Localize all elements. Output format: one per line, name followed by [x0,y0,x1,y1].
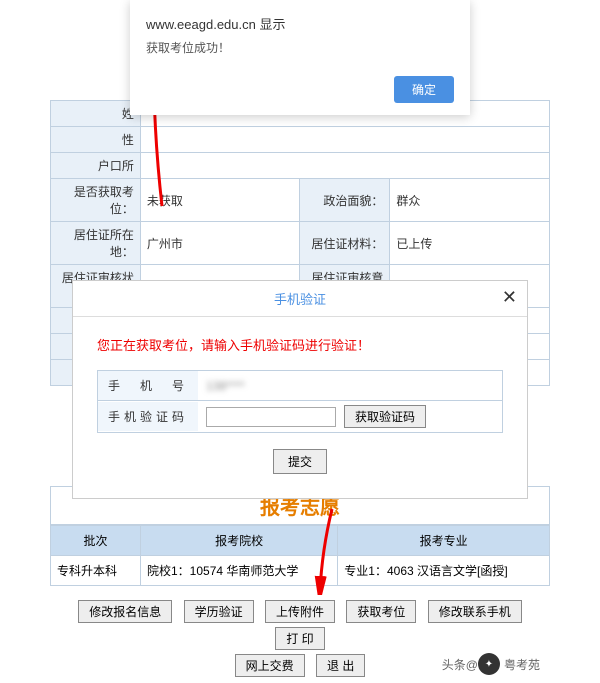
alert-message: 获取考位成功！ [146,39,454,56]
modal-form: 手 机 号 138**** 手机验证码 获取验证码 [97,370,503,433]
annotation-arrow-2 [310,505,340,595]
upload-button[interactable]: 上传附件 [265,600,335,623]
col-major: 报考专业 [338,526,550,556]
info-label: 姓 [51,101,141,127]
info-label: 户口所 [51,153,141,179]
info-value: 广州市 [140,222,300,265]
phone-verify-modal: 手机验证 ✕ 您正在获取考位，请输入手机验证码进行验证！ 手 机 号 138**… [72,280,528,499]
col-school: 报考院校 [141,526,338,556]
info-label: 政治面貌： [300,179,390,222]
get-seat-button[interactable]: 获取考位 [346,600,416,623]
verify-edu-button[interactable]: 学历验证 [184,600,254,623]
col-batch: 批次 [51,526,141,556]
cell-school: 院校1：10574 华南师范大学 [141,556,338,586]
voluntary-table: 批次 报考院校 报考专业 专科升本科 院校1：10574 华南师范大学 专业1：… [50,525,550,586]
info-value: 已上传 [390,222,550,265]
code-label: 手机验证码 [98,402,198,431]
info-row: 户口所 [51,153,550,179]
pay-online-button[interactable]: 网上交费 [235,654,305,677]
info-value: 群众 [390,179,550,222]
edit-info-button[interactable]: 修改报名信息 [78,600,172,623]
info-value [140,153,549,179]
modal-title: 手机验证 [274,292,326,307]
exit-button[interactable]: 退 出 [316,654,365,677]
info-label: 是否获取考位： [51,179,141,222]
watermark-name: 粤考苑 [504,656,540,673]
wechat-icon: ✦ [478,653,500,675]
edit-phone-button[interactable]: 修改联系手机 [428,600,522,623]
info-label: 性 [51,127,141,153]
cell-major: 专业1：4063 汉语言文学[函授] [338,556,550,586]
phone-value: 138**** [206,379,245,393]
browser-alert: www.eeagd.edu.cn 显示 获取考位成功！ 确定 [130,0,470,115]
alert-confirm-button[interactable]: 确定 [394,76,454,103]
modal-warning: 您正在获取考位，请输入手机验证码进行验证！ [97,335,503,354]
table-row: 专科升本科 院校1：10574 华南师范大学 专业1：4063 汉语言文学[函授… [51,556,550,586]
alert-site: www.eeagd.edu.cn 显示 [146,14,454,33]
info-label: 居住证材料： [300,222,390,265]
close-icon[interactable]: ✕ [502,287,517,308]
submit-button[interactable]: 提交 [273,449,327,474]
info-value [140,127,549,153]
watermark-prefix: 头条@ [442,656,478,673]
info-label: 居住证所在地： [51,222,141,265]
info-row: 是否获取考位：未获取政治面貌：群众 [51,179,550,222]
code-input[interactable] [206,407,336,427]
cell-batch: 专科升本科 [51,556,141,586]
info-row: 性 [51,127,550,153]
modal-header: 手机验证 ✕ [73,281,527,317]
info-row: 居住证所在地：广州市居住证材料：已上传 [51,222,550,265]
print-button[interactable]: 打 印 [275,627,324,650]
get-code-button[interactable]: 获取验证码 [344,405,426,428]
watermark: 头条@ ✦ 粤考苑 [442,653,540,675]
phone-label: 手 机 号 [98,371,198,400]
